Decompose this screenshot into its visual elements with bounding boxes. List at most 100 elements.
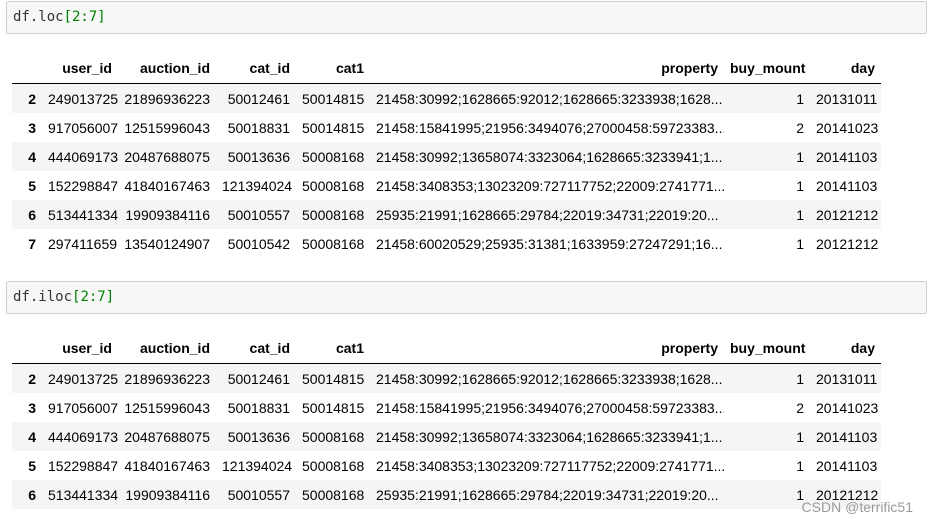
- code-argument: [2:7]: [63, 9, 106, 25]
- watermark: CSDN @terrific51: [801, 499, 913, 515]
- table-cell: 13540124907: [124, 235, 210, 252]
- column-header: cat1: [296, 333, 370, 364]
- table-header-row: user_id auction_id cat_id cat1 property buy_m…: [12, 333, 881, 364]
- column-header: cat_id: [216, 53, 296, 84]
- row-index: 4: [28, 148, 36, 165]
- row-index: 5: [28, 177, 36, 194]
- column-header: cat_id: [216, 333, 296, 364]
- table-cell: 20141103: [816, 148, 878, 165]
- table-cell: 50013636: [227, 148, 290, 165]
- table-cell: 25935:21991;1628665:29784;22019:34731;22…: [376, 486, 719, 503]
- row-index: 3: [28, 399, 36, 416]
- code-argument: [2:7]: [72, 289, 115, 305]
- table-cell: 20131011: [816, 90, 878, 107]
- column-header: day: [810, 333, 881, 364]
- column-header: auction_id: [118, 333, 216, 364]
- table-cell: 1: [796, 235, 804, 252]
- table-cell: 50008168: [302, 457, 365, 474]
- table-cell: 513441334: [48, 206, 118, 223]
- table-cell: 20131011: [816, 370, 878, 387]
- table-cell: 12515996043: [124, 399, 210, 416]
- table-cell: 21458:15841995;21956:3494076;27000458:59…: [376, 399, 724, 416]
- table-row: 5 152298847 41840167463 121394024 50008168 21…: [12, 451, 881, 480]
- table-cell: 1: [796, 177, 804, 194]
- table-cell: 50018831: [227, 399, 290, 416]
- table-cell: 444069173: [48, 148, 118, 165]
- dataframe-table-iloc: user_id auction_id cat_id cat1 property buy_m…: [12, 333, 881, 509]
- row-index: 2: [28, 370, 36, 387]
- table-row: 3 917056007 12515996043 50018831 50014815 214…: [12, 393, 881, 422]
- table-cell: 2: [796, 399, 804, 416]
- table-cell: 50012461: [227, 90, 290, 107]
- table-cell: 50008168: [302, 148, 365, 165]
- table-cell: 12515996043: [124, 119, 210, 136]
- table-cell: 50014815: [302, 399, 365, 416]
- table-cell: 20141023: [816, 399, 879, 416]
- table-cell: 50010557: [227, 486, 290, 503]
- column-header: buy_mount: [724, 333, 810, 364]
- column-header: property: [370, 333, 724, 364]
- dataframe-table-loc: user_id auction_id cat_id cat1 property buy_m…: [12, 53, 881, 258]
- table-cell: 50014815: [302, 370, 365, 387]
- table-cell: 152298847: [48, 457, 118, 474]
- index-header: [12, 333, 42, 364]
- column-header: user_id: [42, 53, 118, 84]
- table-cell: 297411659: [48, 235, 118, 252]
- table-cell: 21458:30992;1628665:92012;1628665:323393…: [376, 370, 723, 387]
- table-cell: 50014815: [302, 119, 365, 136]
- table-row: 4 444069173 20487688075 50013636 50008168 214…: [12, 422, 881, 451]
- table-body: 2 249013725 21896936223 50012461 50014815 214…: [12, 83, 881, 259]
- table-cell: 19909384116: [125, 486, 210, 503]
- table-cell: 917056007: [48, 119, 118, 136]
- table-cell: 50008168: [302, 177, 365, 194]
- table-cell: 21458:3408353;13023209:727117752;22009:2…: [376, 177, 724, 194]
- table-cell: 1: [796, 370, 804, 387]
- table-row: 2 249013725 21896936223 50012461 50014815 214…: [12, 363, 881, 393]
- table-cell: 50008168: [302, 486, 365, 503]
- table-cell: 1: [796, 486, 804, 503]
- row-index: 3: [28, 119, 36, 136]
- row-index: 7: [28, 235, 36, 252]
- table-row: 5 152298847 41840167463 121394024 50008168 21…: [12, 171, 881, 200]
- table-cell: 20141103: [816, 428, 878, 445]
- table-cell: 249013725: [48, 90, 118, 107]
- index-header: [12, 53, 42, 84]
- table-cell: 21458:3408353;13023209:727117752;22009:2…: [376, 457, 724, 474]
- table-cell: 152298847: [48, 177, 118, 194]
- table-cell: 20121212: [816, 235, 879, 252]
- row-index: 6: [28, 206, 36, 223]
- table-cell: 21458:60020529;25935:31381;1633959:27247…: [376, 235, 723, 252]
- row-index: 4: [28, 428, 36, 445]
- table-row: 7 297411659 13540124907 50010542 50008168 214…: [12, 229, 881, 258]
- table-body: 2 249013725 21896936223 50012461 50014815 214…: [12, 363, 881, 509]
- table-cell: 121394024: [222, 457, 293, 474]
- table-cell: 513441334: [48, 486, 118, 503]
- row-index: 5: [28, 457, 36, 474]
- table-cell: 50012461: [227, 370, 290, 387]
- table-cell: 21458:30992;13658074:3323064;1628665:323…: [376, 148, 723, 165]
- table-cell: 50008168: [302, 235, 365, 252]
- table-row: 6 513441334 19909384116 50010557 50008168 259…: [12, 200, 881, 229]
- table-cell: 41840167463: [124, 457, 210, 474]
- table-cell: 50010542: [227, 235, 290, 252]
- table-cell: 917056007: [48, 399, 118, 416]
- table-cell: 121394024: [222, 177, 293, 194]
- table-cell: 50010557: [227, 206, 290, 223]
- table-cell: 444069173: [48, 428, 118, 445]
- column-header: buy_mount: [724, 53, 810, 84]
- table-row: 4 444069173 20487688075 50013636 50008168 214…: [12, 142, 881, 171]
- code-cell-iloc[interactable]: df.iloc[2:7]: [6, 281, 927, 314]
- table-cell: 50008168: [302, 428, 365, 445]
- table-header-row: user_id auction_id cat_id cat1 property buy_m…: [12, 53, 881, 84]
- code-cell-loc[interactable]: df.loc[2:7]: [6, 1, 927, 34]
- code-text: df.iloc: [13, 289, 73, 305]
- column-header: property: [370, 53, 724, 84]
- table-cell: 1: [796, 206, 804, 223]
- table-cell: 249013725: [48, 370, 118, 387]
- table-row: 2 249013725 21896936223 50012461 50014815 214…: [12, 83, 881, 113]
- code-text: df.loc: [13, 9, 64, 25]
- table-cell: 21458:15841995;21956:3494076;27000458:59…: [376, 119, 724, 136]
- row-index: 2: [28, 90, 36, 107]
- table-cell: 20141103: [816, 457, 878, 474]
- table-cell: 50014815: [302, 90, 365, 107]
